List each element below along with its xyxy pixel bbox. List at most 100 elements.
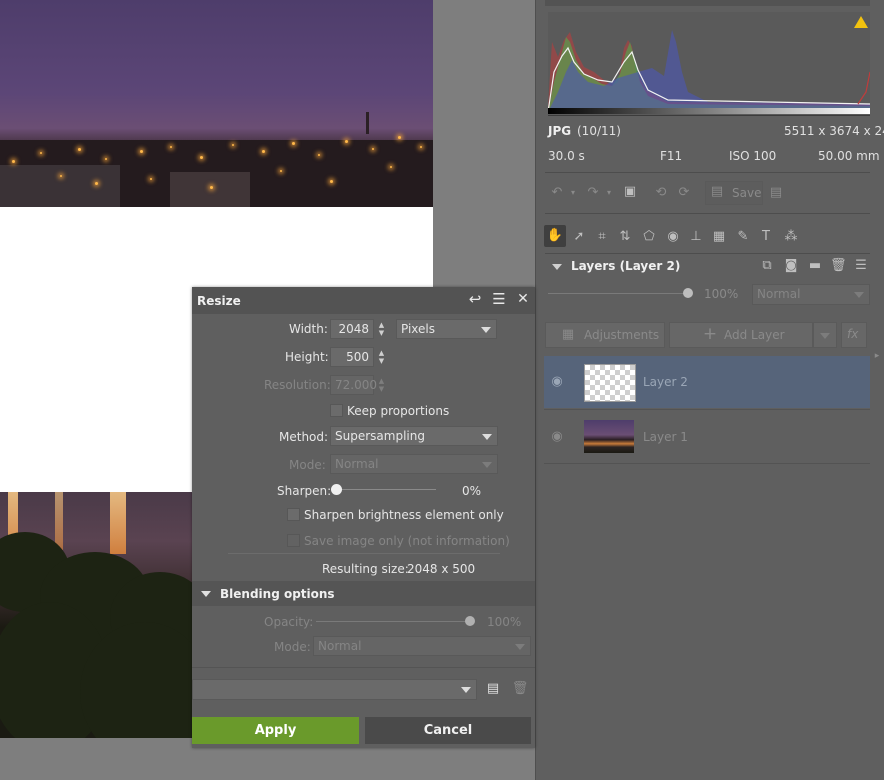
chevron-down-icon	[482, 434, 492, 440]
blending-options-header[interactable]: Blending options	[192, 581, 535, 606]
method-label: Method:	[279, 430, 329, 444]
adjustments-icon: ▦	[561, 327, 575, 342]
dialog-header: Resize ↩ ☰ ✕	[192, 287, 535, 314]
layer-opacity-value: 100%	[704, 287, 739, 301]
apply-button[interactable]: Apply	[192, 717, 359, 744]
reset-icon[interactable]: ↩	[466, 291, 484, 307]
straighten-icon[interactable]: ⇅	[617, 229, 633, 245]
blending-options-title: Blending options	[220, 587, 335, 601]
delete-layer-icon[interactable]: 🗑	[830, 258, 847, 274]
adjustments-button[interactable]: ▦ Adjustments	[545, 322, 665, 348]
height-spinner-icon[interactable]: ▲ ▼	[378, 349, 385, 365]
width-label: Width:	[289, 322, 328, 336]
exif-focal-length: 50.00 mm	[818, 149, 880, 163]
duplicate-layer-icon[interactable]: ⧉	[759, 258, 775, 274]
preset-select[interactable]	[192, 679, 477, 700]
chevron-down-icon	[820, 333, 830, 339]
width-spinner-icon[interactable]: ▲ ▼	[378, 321, 385, 337]
sharpen-brightness-checkbox[interactable]	[287, 508, 300, 521]
resolution-label: Resolution:	[264, 378, 331, 392]
red-eye-icon[interactable]: ◉	[665, 229, 681, 245]
visibility-eye-icon[interactable]: ◉	[548, 429, 566, 445]
save-button[interactable]: ▤ Save	[705, 181, 763, 205]
fx-button[interactable]: fx	[841, 322, 867, 348]
image-dimensions: 5511 x 3674 x 24	[784, 124, 884, 138]
redo-dropdown-icon[interactable]: ▾	[604, 185, 614, 201]
warning-triangle-icon[interactable]	[854, 16, 868, 28]
save-as-icon[interactable]: ▤	[767, 185, 785, 201]
sharpen-brightness-label: Sharpen brightness element only	[304, 508, 504, 522]
redo-icon[interactable]: ↷	[584, 185, 602, 201]
visibility-eye-icon[interactable]: ◉	[548, 374, 566, 390]
blend-mode-label: Mode:	[274, 640, 311, 654]
layer-opacity-handle[interactable]	[683, 288, 693, 298]
undo-icon[interactable]: ↶	[548, 185, 566, 201]
crop-icon[interactable]: ⌗	[594, 229, 610, 245]
layer-blend-mode-select[interactable]: Normal	[752, 284, 870, 305]
layers-menu-icon[interactable]: ☰	[853, 258, 869, 274]
sharpen-track	[336, 489, 436, 490]
add-layer-dropdown[interactable]	[813, 322, 837, 348]
mode-label: Mode:	[289, 458, 326, 472]
more-tools-icon[interactable]: ⁂	[783, 229, 799, 245]
clone-stamp-icon[interactable]: ⊥	[688, 229, 704, 245]
method-select[interactable]: Supersampling	[330, 426, 498, 446]
brush-icon[interactable]: ✎	[735, 229, 751, 245]
rotate-left-icon[interactable]: ⟲	[652, 185, 670, 201]
layer-row-layer-2[interactable]: ◉ Layer 2	[544, 356, 870, 408]
blend-mode-select[interactable]: Normal	[313, 636, 531, 656]
sharpen-slider-handle[interactable]	[331, 484, 342, 495]
exif-shutter: 30.0 s	[548, 149, 585, 163]
histogram	[548, 12, 870, 116]
unit-select[interactable]: Pixels	[396, 319, 497, 339]
layer-thumbnail-photo	[584, 420, 634, 453]
pointer-icon[interactable]: ➚	[571, 229, 587, 245]
resulting-size-label: Resulting size:	[322, 562, 409, 576]
height-input[interactable]: 500	[330, 347, 374, 367]
histogram-gradient	[548, 108, 870, 114]
light-reflection	[110, 492, 126, 554]
blending-collapse-icon	[201, 591, 211, 597]
layer-name: Layer 1	[643, 430, 688, 444]
sharpen-value: 0%	[462, 484, 482, 498]
delete-preset-icon[interactable]: 🗑	[511, 681, 529, 697]
dialog-menu-icon[interactable]: ☰	[490, 291, 508, 307]
layers-collapse-icon[interactable]	[552, 264, 562, 270]
chevron-down-icon	[515, 644, 525, 650]
text-icon[interactable]: T	[758, 229, 774, 245]
mode-select[interactable]: Normal	[330, 454, 498, 474]
width-input[interactable]: 2048	[330, 319, 374, 339]
add-layer-button[interactable]: + Add Layer	[669, 322, 813, 348]
chevron-down-icon	[854, 292, 864, 298]
dialog-title: Resize	[197, 294, 241, 308]
layer-row-layer-1[interactable]: ◉ Layer 1	[544, 411, 870, 463]
keep-proportions-checkbox[interactable]	[330, 404, 343, 417]
exif-iso: ISO 100	[729, 149, 777, 163]
image-browser-icon[interactable]: ▣	[621, 184, 639, 200]
save-icon: ▤	[710, 184, 724, 199]
resolution-input[interactable]: 72.000	[330, 375, 377, 395]
sharpen-label: Sharpen:	[277, 484, 332, 498]
exif-aperture: F11	[660, 149, 683, 163]
save-image-only-label: Save image only (not information)	[304, 534, 510, 548]
undo-dropdown-icon[interactable]: ▾	[568, 185, 578, 201]
perspective-icon[interactable]: ⬠	[641, 229, 657, 245]
save-image-only-checkbox[interactable]	[287, 534, 300, 547]
building-mid	[170, 172, 250, 207]
close-icon[interactable]: ✕	[515, 291, 531, 307]
layer-mask-icon[interactable]: ◙	[783, 258, 799, 274]
collapse-panel-icon[interactable]: ▸	[872, 348, 882, 364]
plus-icon: +	[702, 324, 718, 344]
folder-icon[interactable]: ▬	[807, 258, 823, 274]
selection-icon[interactable]: ▦	[711, 229, 727, 245]
keep-proportions-label: Keep proportions	[347, 404, 450, 418]
resolution-spinner-icon[interactable]: ▲ ▼	[378, 377, 385, 393]
chevron-down-icon	[461, 687, 471, 693]
cancel-button[interactable]: Cancel	[365, 717, 531, 744]
chevron-down-icon	[481, 327, 491, 333]
opacity-slider-handle[interactable]	[465, 616, 475, 626]
file-format: JPG	[548, 124, 572, 138]
hand-tool-button[interactable]: ✋	[544, 225, 566, 247]
save-preset-icon[interactable]: ▤	[484, 681, 502, 697]
rotate-right-icon[interactable]: ⟳	[675, 185, 693, 201]
